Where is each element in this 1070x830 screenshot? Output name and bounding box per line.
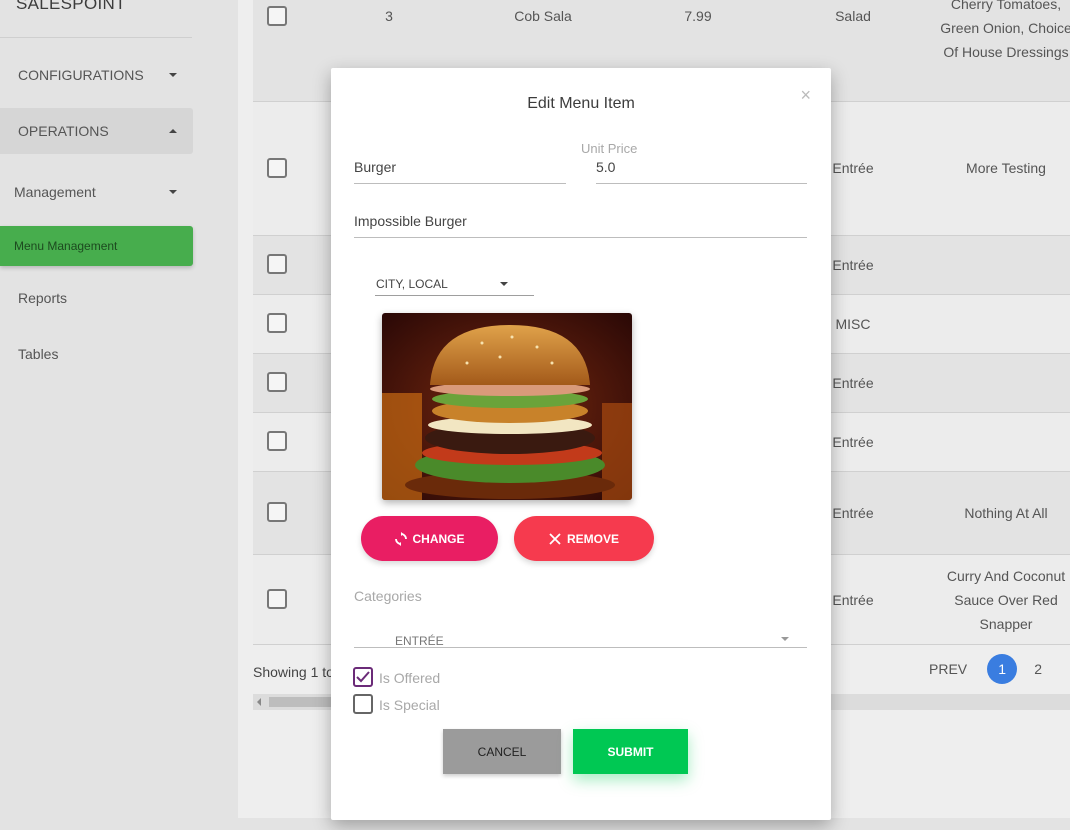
location-value: CITY, LOCAL bbox=[376, 277, 448, 291]
sidebar-item-management[interactable]: Management bbox=[0, 169, 193, 215]
cell-category: MISC bbox=[835, 316, 871, 332]
row-checkbox[interactable] bbox=[267, 158, 287, 178]
caret-up-icon bbox=[169, 129, 177, 133]
description-field[interactable]: Impossible Burger bbox=[354, 202, 807, 238]
cell-category: Entrée bbox=[832, 257, 874, 273]
sidebar-item-operations[interactable]: OPERATIONS bbox=[0, 108, 193, 154]
cell-description: Nothing At All bbox=[964, 505, 1048, 521]
change-label: CHANGE bbox=[412, 531, 465, 546]
sidebar-item-label: OPERATIONS bbox=[18, 123, 109, 139]
sidebar-item-label: Tables bbox=[18, 346, 59, 362]
cell-category: Salad bbox=[835, 8, 871, 24]
submit-button[interactable]: SUBMIT bbox=[573, 729, 688, 774]
cancel-button[interactable]: CANCEL bbox=[443, 729, 561, 774]
sidebar-item-tables[interactable]: Tables bbox=[0, 331, 193, 377]
row-checkbox[interactable] bbox=[267, 254, 287, 274]
caret-down-icon bbox=[169, 190, 177, 194]
modal-title: Edit Menu Item bbox=[527, 95, 635, 112]
row-checkbox[interactable] bbox=[267, 313, 287, 333]
edit-menu-item-modal: Edit Menu Item × Burger Unit Price 5.0 I… bbox=[331, 68, 831, 820]
unit-price-field[interactable]: Unit Price 5.0 bbox=[581, 141, 807, 184]
remove-image-button[interactable]: REMOVE bbox=[514, 516, 654, 561]
caret-down-icon bbox=[781, 637, 789, 641]
burger-image bbox=[382, 313, 632, 500]
row-checkbox[interactable] bbox=[267, 372, 287, 392]
cell-price: 7.99 bbox=[684, 8, 712, 24]
showing-count: Showing 1 to bbox=[253, 664, 334, 680]
caret-down-icon bbox=[169, 73, 177, 77]
sidebar: SALESPOINT CONFIGURATIONS OPERATIONS Man… bbox=[0, 0, 238, 830]
categories-select[interactable]: ENTRÉE bbox=[354, 628, 807, 648]
cell-name: Cob Sala bbox=[514, 8, 572, 24]
sidebar-item-menu-management[interactable]: Menu Management bbox=[0, 226, 193, 266]
categories-label: Categories bbox=[354, 588, 422, 604]
row-checkbox[interactable] bbox=[267, 589, 287, 609]
description-value: Impossible Burger bbox=[354, 213, 467, 229]
location-select[interactable]: CITY, LOCAL bbox=[375, 274, 534, 296]
caret-down-icon bbox=[500, 282, 508, 286]
is-offered-checkbox[interactable] bbox=[353, 667, 373, 687]
row-checkbox[interactable] bbox=[267, 431, 287, 451]
cell-description: More Testing bbox=[966, 160, 1046, 176]
cell-description: Curry And Coconut Sauce Over Red Snapper bbox=[946, 568, 1066, 632]
sidebar-item-label: Menu Management bbox=[14, 239, 118, 253]
scrollbar-thumb[interactable] bbox=[269, 697, 331, 707]
is-offered-label: Is Offered bbox=[379, 670, 441, 686]
change-image-button[interactable]: CHANGE bbox=[361, 516, 498, 561]
category-value: ENTRÉE bbox=[395, 634, 444, 648]
page-3-button[interactable]: 3 bbox=[1059, 654, 1070, 684]
row-checkbox[interactable] bbox=[267, 502, 287, 522]
cell-category: Entrée bbox=[832, 160, 874, 176]
unit-price-value: 5.0 bbox=[596, 159, 616, 175]
name-field[interactable]: Burger bbox=[354, 148, 566, 184]
is-special-checkbox[interactable] bbox=[353, 694, 373, 714]
unit-price-label: Unit Price bbox=[581, 141, 638, 156]
remove-label: REMOVE bbox=[566, 531, 619, 546]
sidebar-item-label: Management bbox=[14, 184, 96, 200]
page-1-button[interactable]: 1 bbox=[987, 654, 1018, 684]
name-value: Burger bbox=[354, 159, 397, 175]
sidebar-item-label: CONFIGURATIONS bbox=[18, 67, 144, 83]
scroll-left-icon[interactable] bbox=[257, 698, 261, 706]
is-special-label: Is Special bbox=[379, 697, 440, 713]
row-checkbox[interactable] bbox=[267, 6, 287, 26]
cell-id: 3 bbox=[385, 8, 393, 24]
refresh-icon bbox=[395, 531, 408, 546]
cell-category: Entrée bbox=[832, 434, 874, 450]
checkmark-icon bbox=[356, 671, 370, 683]
divider bbox=[0, 37, 192, 38]
cell-category: Entrée bbox=[832, 592, 874, 608]
cell-category: Entrée bbox=[832, 375, 874, 391]
sidebar-item-label: Reports bbox=[18, 290, 68, 306]
sidebar-item-reports[interactable]: Reports bbox=[0, 275, 193, 321]
cell-category: Entrée bbox=[832, 505, 874, 521]
prev-button[interactable]: PREV bbox=[929, 661, 967, 677]
close-icon[interactable]: × bbox=[800, 85, 811, 106]
close-icon bbox=[549, 532, 561, 545]
pagination: PREV 1 2 3 bbox=[929, 654, 1070, 684]
brand-title: SALESPOINT bbox=[16, 0, 126, 13]
cell-description: Cherry Tomatoes, Green Onion, Choice Of … bbox=[940, 0, 1070, 60]
sidebar-item-configurations[interactable]: CONFIGURATIONS bbox=[0, 52, 193, 98]
page-2-button[interactable]: 2 bbox=[1023, 654, 1053, 684]
